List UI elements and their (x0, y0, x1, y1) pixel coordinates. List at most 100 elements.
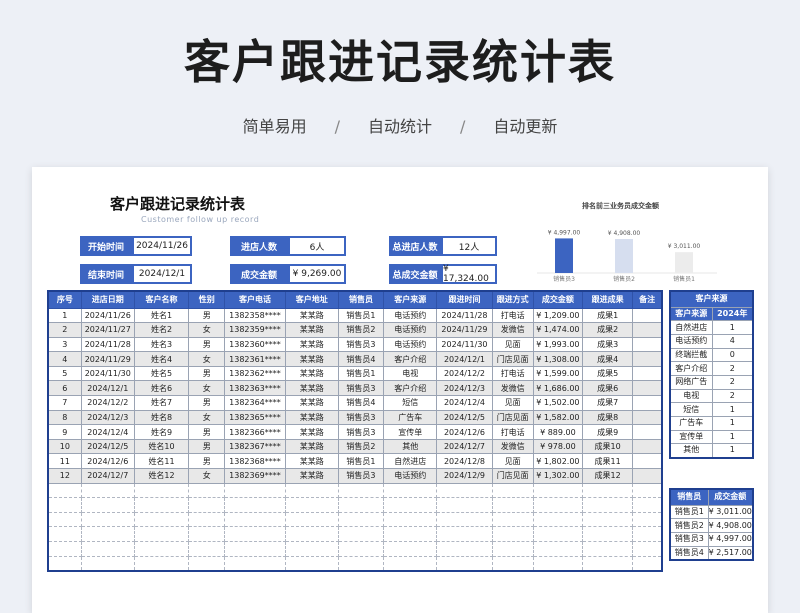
table-cell[interactable] (632, 336, 663, 353)
table-cell[interactable]: 1382365**** (224, 409, 286, 426)
table-cell[interactable]: 1382358**** (224, 307, 286, 324)
table-cell[interactable] (632, 453, 663, 470)
table-row[interactable]: 10 2024/12/5 姓名10 男 1382367**** 某某路 销售员2 其他 2024… (47, 438, 663, 455)
table-cell[interactable]: 12 (47, 468, 82, 484)
empty-cell[interactable] (491, 526, 534, 542)
empty-cell[interactable] (47, 526, 82, 542)
empty-cell[interactable] (436, 555, 493, 572)
table-cell[interactable]: ¥ 1,686.00 (532, 380, 584, 397)
empty-cell[interactable] (188, 497, 226, 513)
table-cell[interactable]: 某某路 (284, 453, 339, 470)
empty-cell[interactable] (491, 555, 534, 572)
table-cell[interactable]: 2024/12/5 (80, 438, 135, 455)
table-cell[interactable] (632, 380, 663, 397)
empty-cell[interactable] (47, 497, 82, 513)
empty-cell[interactable] (632, 511, 663, 528)
table-cell[interactable]: ¥ 1,599.00 (532, 365, 584, 382)
table-cell[interactable]: 宣传单 (383, 424, 438, 440)
empty-cell[interactable] (491, 511, 534, 528)
empty-cell[interactable] (337, 511, 385, 528)
table-cell[interactable] (632, 409, 663, 426)
table-cell[interactable]: 姓名3 (133, 336, 190, 353)
table-cell[interactable]: 2024/12/8 (436, 453, 493, 470)
table-cell[interactable]: 男 (188, 395, 226, 411)
table-cell[interactable]: 销售员3 (337, 380, 385, 397)
table-cell[interactable]: 见面 (491, 453, 534, 470)
empty-cell[interactable] (532, 497, 584, 513)
column-header[interactable]: 跟进时间 (436, 290, 493, 309)
table-cell[interactable]: 打电话 (491, 365, 534, 382)
empty-cell[interactable] (224, 541, 286, 557)
table-cell[interactable]: 见面 (491, 395, 534, 411)
table-cell[interactable] (632, 307, 663, 324)
table-cell[interactable]: ¥ 1,582.00 (532, 409, 584, 426)
empty-cell[interactable] (383, 526, 438, 542)
table-cell[interactable]: 2024/12/7 (436, 438, 493, 455)
empty-cell[interactable] (582, 541, 634, 557)
table-cell[interactable]: 2024/11/30 (80, 365, 135, 382)
table-cell[interactable]: 销售员1 (337, 307, 385, 324)
table-cell[interactable]: 2024/12/2 (436, 365, 493, 382)
table-cell[interactable]: 销售员3 (337, 409, 385, 426)
table-cell[interactable]: 1382363**** (224, 380, 286, 397)
table-cell[interactable]: 电话预约 (383, 322, 438, 338)
table-cell[interactable]: 1382369**** (224, 468, 286, 484)
empty-cell[interactable] (632, 482, 663, 499)
empty-cell[interactable] (224, 526, 286, 542)
table-cell[interactable]: 短信 (383, 395, 438, 411)
table-cell[interactable]: 成果7 (582, 395, 634, 411)
table-cell[interactable]: 姓名6 (133, 380, 190, 397)
table-cell[interactable]: 姓名1 (133, 307, 190, 324)
end-time-value[interactable]: 2024/12/1 (132, 264, 192, 284)
table-cell[interactable]: 某某路 (284, 409, 339, 426)
table-row[interactable]: 2 2024/11/27 姓名2 女 1382359**** 某某路 销售员2 电话预约 202… (47, 322, 663, 338)
table-cell[interactable]: ¥ 978.00 (532, 438, 584, 455)
empty-cell[interactable] (436, 511, 493, 528)
table-cell[interactable]: 2024/11/29 (80, 351, 135, 367)
empty-cell[interactable] (582, 482, 634, 499)
empty-cell[interactable] (582, 555, 634, 572)
column-header[interactable]: 客户地址 (284, 290, 339, 309)
table-cell[interactable]: 广告车 (383, 409, 438, 426)
empty-cell[interactable] (436, 482, 493, 499)
empty-row[interactable] (47, 497, 663, 513)
table-row[interactable]: 1 2024/11/26 姓名1 男 1382358**** 某某路 销售员1 电话预约 202… (47, 307, 663, 324)
table-cell[interactable]: 2024/12/4 (436, 395, 493, 411)
table-cell[interactable]: 门店见面 (491, 351, 534, 367)
empty-cell[interactable] (337, 482, 385, 499)
empty-cell[interactable] (436, 497, 493, 513)
table-cell[interactable]: 成果11 (582, 453, 634, 470)
table-cell[interactable]: 成果10 (582, 438, 634, 455)
table-cell[interactable]: 销售员4 (337, 395, 385, 411)
table-cell[interactable]: 姓名4 (133, 351, 190, 367)
empty-cell[interactable] (133, 555, 190, 572)
table-cell[interactable]: 某某路 (284, 380, 339, 397)
table-cell[interactable]: ¥ 1,209.00 (532, 307, 584, 324)
empty-cell[interactable] (47, 511, 82, 528)
empty-cell[interactable] (532, 482, 584, 499)
empty-cell[interactable] (532, 541, 584, 557)
table-cell[interactable]: 成果9 (582, 424, 634, 440)
table-cell[interactable]: 电话预约 (383, 307, 438, 324)
empty-cell[interactable] (337, 526, 385, 542)
table-cell[interactable]: 某某路 (284, 336, 339, 353)
table-cell[interactable]: 某某路 (284, 351, 339, 367)
empty-cell[interactable] (80, 555, 135, 572)
empty-cell[interactable] (284, 482, 339, 499)
empty-cell[interactable] (284, 511, 339, 528)
table-cell[interactable]: 1382360**** (224, 336, 286, 353)
table-cell[interactable]: ¥ 1,502.00 (532, 395, 584, 411)
empty-cell[interactable] (632, 497, 663, 513)
empty-cell[interactable] (284, 526, 339, 542)
empty-cell[interactable] (582, 511, 634, 528)
table-cell[interactable]: 销售员3 (337, 336, 385, 353)
table-cell[interactable]: 销售员1 (337, 365, 385, 382)
table-cell[interactable]: 发微信 (491, 322, 534, 338)
start-time-value[interactable]: 2024/11/26 (132, 236, 192, 256)
table-cell[interactable]: 某某路 (284, 438, 339, 455)
table-cell[interactable]: 2024/12/5 (436, 409, 493, 426)
table-cell[interactable]: 2024/12/7 (80, 468, 135, 484)
table-cell[interactable]: 女 (188, 409, 226, 426)
table-cell[interactable]: ¥ 1,302.00 (532, 468, 584, 484)
table-cell[interactable]: 电视 (383, 365, 438, 382)
